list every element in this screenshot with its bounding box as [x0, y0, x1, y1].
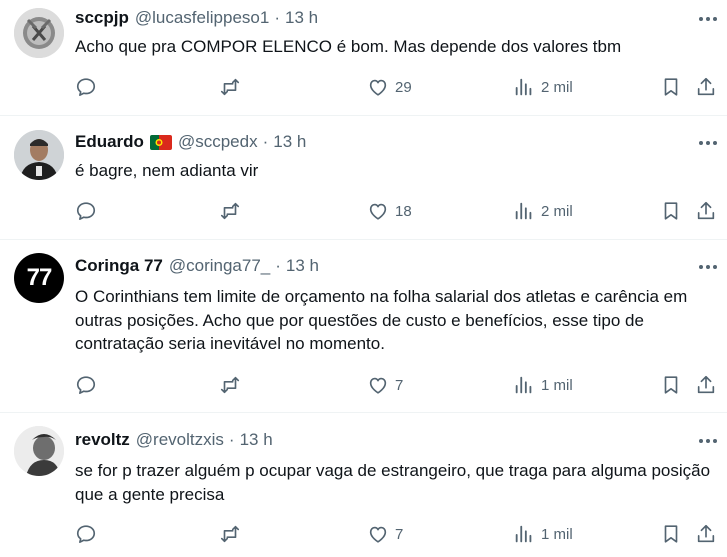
timestamp[interactable]: 13 h — [240, 430, 273, 450]
tweet[interactable]: sccpjp @lucasfelippeso1 · 13 h Acho que … — [0, 0, 727, 115]
like-button[interactable]: 29 — [367, 75, 412, 99]
display-name[interactable]: Coringa 77 — [75, 256, 163, 276]
view-count: 2 mil — [541, 78, 573, 96]
like-button[interactable]: 7 — [367, 373, 403, 397]
share-icon — [697, 375, 715, 394]
share-button[interactable] — [695, 522, 717, 546]
separator-dot: · — [274, 8, 280, 27]
tweet-text: O Corinthians tem limite de orçamento na… — [75, 287, 688, 353]
user-handle[interactable]: @sccpedx — [178, 132, 258, 152]
separator-dot: · — [275, 256, 281, 275]
user-handle[interactable]: @coringa77_ — [169, 256, 270, 276]
more-options-icon[interactable] — [697, 256, 719, 278]
like-count: 7 — [395, 376, 404, 394]
share-button[interactable] — [695, 75, 717, 99]
reply-icon — [76, 202, 96, 220]
action-bar: 7 1 mil — [75, 373, 720, 397]
timestamp[interactable]: 13 h — [285, 8, 318, 28]
like-count: 7 — [395, 525, 404, 543]
reply-button[interactable] — [75, 199, 97, 223]
avatar[interactable]: 77 — [14, 253, 64, 303]
heart-icon — [369, 377, 387, 394]
tweet-text: é bagre, nem adianta vir — [75, 161, 259, 180]
bookmark-icon — [664, 376, 678, 394]
like-count: 18 — [395, 202, 412, 220]
like-count: 29 — [395, 78, 412, 96]
reply-icon — [76, 78, 96, 96]
more-options-icon[interactable] — [697, 132, 719, 154]
bookmark-button[interactable] — [660, 75, 682, 99]
views-icon — [515, 376, 532, 394]
repost-button[interactable] — [219, 75, 241, 99]
action-bar: 29 2 mil — [75, 75, 720, 99]
more-options-icon[interactable] — [697, 8, 719, 30]
tweet-text: Acho que pra COMPOR ELENCO é bom. Mas de… — [75, 37, 622, 56]
like-button[interactable]: 7 — [367, 522, 403, 546]
display-name[interactable]: sccpjp — [75, 8, 129, 28]
bookmark-button[interactable] — [660, 373, 682, 397]
avatar[interactable] — [14, 130, 64, 180]
share-icon — [697, 524, 715, 543]
share-icon — [697, 77, 715, 96]
repost-icon — [220, 525, 240, 543]
reply-button[interactable] — [75, 373, 97, 397]
separator-dot: · — [262, 132, 269, 151]
views-button[interactable]: 2 mil — [513, 199, 573, 223]
repost-icon — [220, 376, 240, 394]
display-name[interactable]: Eduardo — [75, 132, 144, 152]
display-name[interactable]: revoltz — [75, 430, 130, 450]
share-button[interactable] — [695, 199, 717, 223]
reply-icon — [76, 525, 96, 543]
view-count: 1 mil — [541, 376, 573, 394]
bookmark-button[interactable] — [660, 522, 682, 546]
bookmark-icon — [664, 202, 678, 220]
tweet-text: se for p trazer alguém p ocupar vaga de … — [75, 461, 711, 504]
heart-icon — [369, 203, 387, 220]
tweet[interactable]: 77 Coringa 77 @coringa77_ · 13 h O Corin… — [0, 240, 727, 412]
views-button[interactable]: 1 mil — [513, 522, 573, 546]
avatar[interactable] — [14, 8, 64, 58]
reply-button[interactable] — [75, 75, 97, 99]
views-icon — [515, 525, 532, 543]
portugal-flag-icon — [149, 134, 172, 150]
views-button[interactable]: 1 mil — [513, 373, 573, 397]
share-icon — [697, 201, 715, 220]
view-count: 2 mil — [541, 202, 573, 220]
bookmark-icon — [664, 78, 678, 96]
reply-button[interactable] — [75, 522, 97, 546]
repost-icon — [220, 202, 240, 220]
avatar[interactable] — [14, 426, 64, 476]
bookmark-button[interactable] — [660, 199, 682, 223]
user-handle[interactable]: @revoltzxis — [136, 430, 224, 450]
avatar-text: 77 — [26, 264, 53, 291]
timestamp[interactable]: 13 h — [273, 132, 306, 152]
tweet[interactable]: revoltz @revoltzxis · 13 h se for p traz… — [0, 413, 727, 557]
repost-button[interactable] — [219, 199, 241, 223]
repost-button[interactable] — [219, 522, 241, 546]
timestamp[interactable]: 13 h — [286, 256, 319, 276]
more-options-icon[interactable] — [697, 430, 719, 452]
action-bar: 18 2 mil — [75, 199, 720, 223]
bookmark-icon — [664, 525, 678, 543]
tweet[interactable]: Eduardo @sccpedx · 13 h é bagre, nem adi… — [0, 116, 727, 239]
reply-icon — [76, 376, 96, 394]
like-button[interactable]: 18 — [367, 199, 412, 223]
heart-icon — [369, 79, 387, 96]
share-button[interactable] — [695, 373, 717, 397]
action-bar: 7 1 mil — [75, 522, 720, 546]
repost-button[interactable] — [219, 373, 241, 397]
views-icon — [515, 78, 532, 96]
repost-icon — [220, 78, 240, 96]
views-icon — [515, 202, 532, 220]
views-button[interactable]: 2 mil — [513, 75, 573, 99]
heart-icon — [369, 526, 387, 543]
user-handle[interactable]: @lucasfelippeso1 — [135, 8, 269, 28]
view-count: 1 mil — [541, 525, 573, 543]
separator-dot: · — [228, 430, 235, 449]
